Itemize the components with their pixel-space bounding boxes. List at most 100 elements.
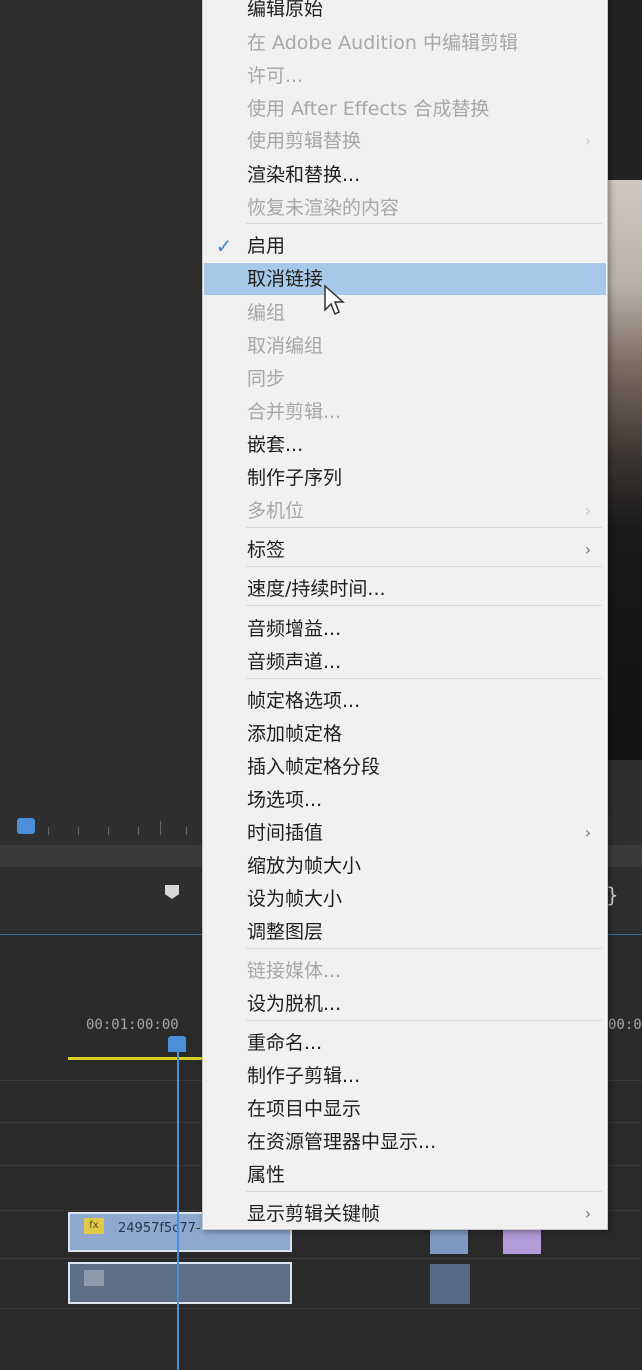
menu-item[interactable]: 帧定格选项...	[204, 685, 606, 717]
menu-item[interactable]: 合并剪辑...	[204, 396, 606, 428]
menu-separator	[246, 1191, 602, 1192]
menu-item-label: 许可...	[247, 65, 304, 87]
menu-item[interactable]: 取消链接	[204, 263, 606, 295]
menu-item-label: 启用	[247, 235, 286, 257]
clip-context-menu: 编辑原始在 Adobe Audition 中编辑剪辑 许可... 使用 After …	[202, 0, 608, 1230]
menu-separator	[246, 527, 602, 528]
menu-item-label: 恢复未渲染的内容	[247, 197, 400, 219]
menu-item-label: 帧定格选项...	[247, 690, 361, 712]
menu-item-label: 使用剪辑替换	[247, 130, 362, 152]
menu-item[interactable]: 制作子序列	[204, 462, 606, 494]
menu-item[interactable]: 重命名...	[204, 1027, 606, 1059]
menu-item[interactable]: 插入帧定格分段	[204, 751, 606, 783]
menu-item[interactable]: 显示剪辑关键帧 ›	[204, 1198, 606, 1230]
menu-item-label: 渲染和替换...	[247, 164, 361, 186]
mouse-cursor-icon	[324, 284, 345, 316]
menu-item[interactable]: 属性	[204, 1159, 606, 1191]
ruler-tick	[108, 827, 109, 835]
menu-item[interactable]: 在资源管理器中显示...	[204, 1126, 606, 1158]
menu-item[interactable]: 编组	[204, 297, 606, 329]
checkmark-icon: ✓	[215, 234, 233, 258]
menu-item-label: 缩放为帧大小	[247, 855, 362, 877]
menu-item-label: 制作子剪辑...	[247, 1065, 361, 1087]
track-divider	[0, 1258, 642, 1259]
menu-item-label: 链接媒体...	[247, 960, 342, 982]
menu-item-label: 取消编组	[247, 335, 324, 357]
menu-item[interactable]: 场选项...	[204, 784, 606, 816]
menu-item[interactable]: 同步	[204, 363, 606, 395]
menu-item-label: 标签	[247, 539, 286, 561]
menu-item-label: 调整图层	[247, 921, 324, 943]
monitor-playhead-marker[interactable]	[17, 818, 35, 834]
menu-item[interactable]: 使用 After Effects 合成替换	[204, 93, 606, 125]
ruler-tick	[138, 827, 139, 835]
playhead-line[interactable]	[177, 1050, 179, 1370]
menu-separator	[246, 605, 602, 606]
menu-item[interactable]: 制作子剪辑...	[204, 1060, 606, 1092]
menu-separator	[246, 1020, 602, 1021]
menu-item-label: 编辑原始	[247, 0, 324, 20]
menu-item-label: 显示剪辑关键帧	[247, 1203, 381, 1225]
menu-item-label: 编组	[247, 302, 286, 324]
menu-item[interactable]: 取消编组	[204, 330, 606, 362]
chevron-right-icon: ›	[584, 1204, 592, 1223]
work-area-bar[interactable]	[68, 1057, 202, 1060]
menu-item[interactable]: 使用剪辑替换 ›	[204, 125, 606, 157]
menu-item-label: 添加帧定格	[247, 723, 343, 745]
ruler-tick	[78, 827, 79, 835]
menu-item-label: 设为脱机...	[247, 993, 342, 1015]
menu-item[interactable]: 编辑原始	[204, 0, 606, 25]
menu-item[interactable]: 调整图层	[204, 916, 606, 948]
menu-item-label: 插入帧定格分段	[247, 756, 381, 778]
menu-item-label: 在项目中显示	[247, 1098, 362, 1120]
menu-item[interactable]: 嵌套...	[204, 429, 606, 461]
chevron-right-icon: ›	[584, 540, 592, 559]
menu-item[interactable]: 设为脱机...	[204, 988, 606, 1020]
chevron-right-icon: ›	[584, 131, 592, 150]
menu-item[interactable]: 添加帧定格	[204, 718, 606, 750]
video-clip-small-purple[interactable]	[503, 1230, 541, 1254]
ruler-tick	[48, 827, 49, 835]
menu-separator	[246, 948, 602, 949]
video-clip-small[interactable]	[430, 1230, 468, 1254]
menu-item[interactable]: 速度/持续时间...	[204, 573, 606, 605]
menu-item-label: 合并剪辑...	[247, 401, 342, 423]
menu-item[interactable]: 缩放为帧大小	[204, 850, 606, 882]
menu-item-label: 速度/持续时间...	[247, 578, 386, 600]
menu-separator	[246, 678, 602, 679]
menu-item[interactable]: 音频增益...	[204, 613, 606, 645]
menu-item-label: 制作子序列	[247, 467, 343, 489]
menu-item-label: 时间插值	[247, 822, 324, 844]
audio-clip-small[interactable]	[430, 1264, 470, 1304]
menu-item-label: 场选项...	[247, 789, 323, 811]
menu-item-label: 属性	[247, 1164, 286, 1186]
chevron-right-icon: ›	[584, 501, 592, 520]
menu-item[interactable]: 恢复未渲染的内容	[204, 192, 606, 224]
menu-item-label: 使用 After Effects 合成替换	[247, 98, 490, 120]
video-clip-name: 24957f5c77-	[118, 1221, 201, 1236]
menu-item[interactable]: 许可...	[204, 60, 606, 92]
menu-item[interactable]: 在 Adobe Audition 中编辑剪辑	[204, 27, 606, 59]
menu-item-label: 在 Adobe Audition 中编辑剪辑	[247, 32, 518, 54]
timeline-timecode-label: 00:01:00:00	[86, 1017, 179, 1033]
menu-item[interactable]: 标签 ›	[204, 534, 606, 566]
menu-item-label: 多机位	[247, 500, 305, 522]
menu-item[interactable]: 音频声道...	[204, 646, 606, 678]
chevron-right-icon: ›	[584, 823, 592, 842]
menu-item[interactable]: 渲染和替换...	[204, 159, 606, 191]
menu-item[interactable]: 在项目中显示	[204, 1093, 606, 1125]
video-frame-preview	[608, 180, 642, 760]
audio-fx-badge-icon	[84, 1270, 104, 1286]
menu-item[interactable]: 时间插值 ›	[204, 817, 606, 849]
menu-item[interactable]: 启用 ✓	[204, 230, 606, 262]
track-divider	[0, 1308, 642, 1309]
menu-item[interactable]: 链接媒体...	[204, 955, 606, 987]
menu-item-label: 重命名...	[247, 1032, 323, 1054]
menu-item-label: 同步	[247, 368, 286, 390]
ruler-tick	[160, 821, 161, 835]
ruler-tick	[186, 827, 187, 835]
menu-item[interactable]: 设为帧大小	[204, 883, 606, 915]
menu-item-label: 嵌套...	[247, 434, 304, 456]
menu-item-label: 在资源管理器中显示...	[247, 1131, 437, 1153]
menu-item[interactable]: 多机位 ›	[204, 495, 606, 527]
